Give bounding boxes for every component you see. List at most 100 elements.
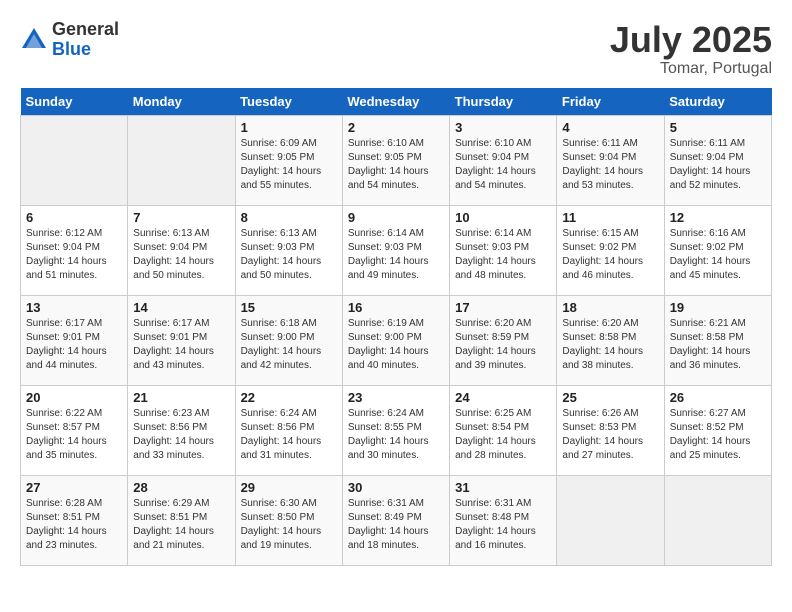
day-detail: Sunrise: 6:31 AM Sunset: 8:49 PM Dayligh… bbox=[348, 497, 444, 553]
month-title: July 2025 bbox=[610, 20, 772, 60]
day-number: 21 bbox=[133, 390, 229, 405]
day-detail: Sunrise: 6:17 AM Sunset: 9:01 PM Dayligh… bbox=[26, 317, 122, 373]
day-number: 23 bbox=[348, 390, 444, 405]
calendar-cell: 11 Sunrise: 6:15 AM Sunset: 9:02 PM Dayli… bbox=[557, 205, 664, 295]
calendar-cell: 18 Sunrise: 6:20 AM Sunset: 8:58 PM Dayli… bbox=[557, 295, 664, 385]
day-detail: Sunrise: 6:22 AM Sunset: 8:57 PM Dayligh… bbox=[26, 407, 122, 463]
calendar-week-5: 27 Sunrise: 6:28 AM Sunset: 8:51 PM Dayli… bbox=[21, 475, 772, 565]
day-number: 31 bbox=[455, 480, 551, 495]
calendar-cell: 31Sunrise: 6:31 AM Sunset: 8:48 PM Dayli… bbox=[450, 475, 557, 565]
day-number: 24 bbox=[455, 390, 551, 405]
logo-text: General Blue bbox=[52, 20, 119, 60]
calendar-cell bbox=[128, 115, 235, 205]
calendar-body: 1Sunrise: 6:09 AM Sunset: 9:05 PM Daylig… bbox=[21, 115, 772, 565]
calendar-cell bbox=[21, 115, 128, 205]
day-number: 26 bbox=[670, 390, 766, 405]
day-detail: Sunrise: 6:10 AM Sunset: 9:04 PM Dayligh… bbox=[455, 137, 551, 193]
logo-general-text: General bbox=[52, 20, 119, 40]
day-number: 7 bbox=[133, 210, 229, 225]
day-detail: Sunrise: 6:17 AM Sunset: 9:01 PM Dayligh… bbox=[133, 317, 229, 373]
calendar-cell: 10 Sunrise: 6:14 AM Sunset: 9:03 PM Dayli… bbox=[450, 205, 557, 295]
day-detail: Sunrise: 6:13 AM Sunset: 9:04 PM Dayligh… bbox=[133, 227, 229, 283]
weekday-header-row: SundayMondayTuesdayWednesdayThursdayFrid… bbox=[21, 88, 772, 116]
weekday-header-saturday: Saturday bbox=[664, 88, 771, 116]
day-detail: Sunrise: 6:24 AM Sunset: 8:56 PM Dayligh… bbox=[241, 407, 337, 463]
calendar-cell: 30 Sunrise: 6:31 AM Sunset: 8:49 PM Dayli… bbox=[342, 475, 449, 565]
calendar-header: SundayMondayTuesdayWednesdayThursdayFrid… bbox=[21, 88, 772, 116]
calendar-cell: 4Sunrise: 6:11 AM Sunset: 9:04 PM Daylig… bbox=[557, 115, 664, 205]
calendar-cell: 17 Sunrise: 6:20 AM Sunset: 8:59 PM Dayli… bbox=[450, 295, 557, 385]
calendar-cell: 13Sunrise: 6:17 AM Sunset: 9:01 PM Dayli… bbox=[21, 295, 128, 385]
calendar-cell: 15Sunrise: 6:18 AM Sunset: 9:00 PM Dayli… bbox=[235, 295, 342, 385]
day-number: 5 bbox=[670, 120, 766, 135]
day-number: 15 bbox=[241, 300, 337, 315]
day-number: 9 bbox=[348, 210, 444, 225]
calendar-cell: 19 Sunrise: 6:21 AM Sunset: 8:58 PM Dayli… bbox=[664, 295, 771, 385]
calendar-table: SundayMondayTuesdayWednesdayThursdayFrid… bbox=[20, 88, 772, 566]
logo: General Blue bbox=[20, 20, 119, 60]
day-number: 18 bbox=[562, 300, 658, 315]
calendar-cell: 12 Sunrise: 6:16 AM Sunset: 9:02 PM Dayli… bbox=[664, 205, 771, 295]
day-number: 16 bbox=[348, 300, 444, 315]
calendar-week-1: 1Sunrise: 6:09 AM Sunset: 9:05 PM Daylig… bbox=[21, 115, 772, 205]
day-number: 6 bbox=[26, 210, 122, 225]
weekday-header-tuesday: Tuesday bbox=[235, 88, 342, 116]
day-number: 10 bbox=[455, 210, 551, 225]
day-detail: Sunrise: 6:25 AM Sunset: 8:54 PM Dayligh… bbox=[455, 407, 551, 463]
day-detail: Sunrise: 6:14 AM Sunset: 9:03 PM Dayligh… bbox=[455, 227, 551, 283]
day-detail: Sunrise: 6:23 AM Sunset: 8:56 PM Dayligh… bbox=[133, 407, 229, 463]
day-number: 2 bbox=[348, 120, 444, 135]
weekday-header-wednesday: Wednesday bbox=[342, 88, 449, 116]
calendar-week-2: 6 Sunrise: 6:12 AM Sunset: 9:04 PM Daylig… bbox=[21, 205, 772, 295]
page-header: General Blue July 2025 Tomar, Portugal bbox=[20, 20, 772, 78]
weekday-header-monday: Monday bbox=[128, 88, 235, 116]
calendar-cell: 22 Sunrise: 6:24 AM Sunset: 8:56 PM Dayli… bbox=[235, 385, 342, 475]
title-block: July 2025 Tomar, Portugal bbox=[610, 20, 772, 78]
calendar-cell: 28Sunrise: 6:29 AM Sunset: 8:51 PM Dayli… bbox=[128, 475, 235, 565]
calendar-cell: 1Sunrise: 6:09 AM Sunset: 9:05 PM Daylig… bbox=[235, 115, 342, 205]
day-detail: Sunrise: 6:16 AM Sunset: 9:02 PM Dayligh… bbox=[670, 227, 766, 283]
day-detail: Sunrise: 6:20 AM Sunset: 8:58 PM Dayligh… bbox=[562, 317, 658, 373]
day-detail: Sunrise: 6:15 AM Sunset: 9:02 PM Dayligh… bbox=[562, 227, 658, 283]
day-detail: Sunrise: 6:29 AM Sunset: 8:51 PM Dayligh… bbox=[133, 497, 229, 553]
day-detail: Sunrise: 6:20 AM Sunset: 8:59 PM Dayligh… bbox=[455, 317, 551, 373]
day-number: 1 bbox=[241, 120, 337, 135]
day-detail: Sunrise: 6:13 AM Sunset: 9:03 PM Dayligh… bbox=[241, 227, 337, 283]
calendar-cell: 26 Sunrise: 6:27 AM Sunset: 8:52 PM Dayli… bbox=[664, 385, 771, 475]
weekday-header-friday: Friday bbox=[557, 88, 664, 116]
day-detail: Sunrise: 6:21 AM Sunset: 8:58 PM Dayligh… bbox=[670, 317, 766, 373]
day-detail: Sunrise: 6:12 AM Sunset: 9:04 PM Dayligh… bbox=[26, 227, 122, 283]
calendar-cell: 21 Sunrise: 6:23 AM Sunset: 8:56 PM Dayli… bbox=[128, 385, 235, 475]
calendar-cell: 5 Sunrise: 6:11 AM Sunset: 9:04 PM Daylig… bbox=[664, 115, 771, 205]
day-number: 20 bbox=[26, 390, 122, 405]
logo-blue-text: Blue bbox=[52, 40, 119, 60]
day-detail: Sunrise: 6:27 AM Sunset: 8:52 PM Dayligh… bbox=[670, 407, 766, 463]
day-number: 27 bbox=[26, 480, 122, 495]
calendar-cell: 3 Sunrise: 6:10 AM Sunset: 9:04 PM Daylig… bbox=[450, 115, 557, 205]
day-number: 12 bbox=[670, 210, 766, 225]
logo-icon bbox=[20, 26, 48, 54]
calendar-week-3: 13Sunrise: 6:17 AM Sunset: 9:01 PM Dayli… bbox=[21, 295, 772, 385]
day-number: 19 bbox=[670, 300, 766, 315]
day-number: 30 bbox=[348, 480, 444, 495]
day-number: 11 bbox=[562, 210, 658, 225]
calendar-cell: 24 Sunrise: 6:25 AM Sunset: 8:54 PM Dayli… bbox=[450, 385, 557, 475]
calendar-cell: 27 Sunrise: 6:28 AM Sunset: 8:51 PM Dayli… bbox=[21, 475, 128, 565]
day-detail: Sunrise: 6:28 AM Sunset: 8:51 PM Dayligh… bbox=[26, 497, 122, 553]
day-detail: Sunrise: 6:11 AM Sunset: 9:04 PM Dayligh… bbox=[670, 137, 766, 193]
day-number: 17 bbox=[455, 300, 551, 315]
day-detail: Sunrise: 6:19 AM Sunset: 9:00 PM Dayligh… bbox=[348, 317, 444, 373]
calendar-cell bbox=[557, 475, 664, 565]
day-number: 4 bbox=[562, 120, 658, 135]
calendar-week-4: 20 Sunrise: 6:22 AM Sunset: 8:57 PM Dayli… bbox=[21, 385, 772, 475]
day-number: 22 bbox=[241, 390, 337, 405]
calendar-cell: 8Sunrise: 6:13 AM Sunset: 9:03 PM Daylig… bbox=[235, 205, 342, 295]
day-detail: Sunrise: 6:14 AM Sunset: 9:03 PM Dayligh… bbox=[348, 227, 444, 283]
day-number: 3 bbox=[455, 120, 551, 135]
day-number: 29 bbox=[241, 480, 337, 495]
calendar-cell: 6 Sunrise: 6:12 AM Sunset: 9:04 PM Daylig… bbox=[21, 205, 128, 295]
calendar-cell: 9 Sunrise: 6:14 AM Sunset: 9:03 PM Daylig… bbox=[342, 205, 449, 295]
calendar-cell: 25Sunrise: 6:26 AM Sunset: 8:53 PM Dayli… bbox=[557, 385, 664, 475]
location: Tomar, Portugal bbox=[610, 60, 772, 78]
calendar-cell: 20 Sunrise: 6:22 AM Sunset: 8:57 PM Dayli… bbox=[21, 385, 128, 475]
